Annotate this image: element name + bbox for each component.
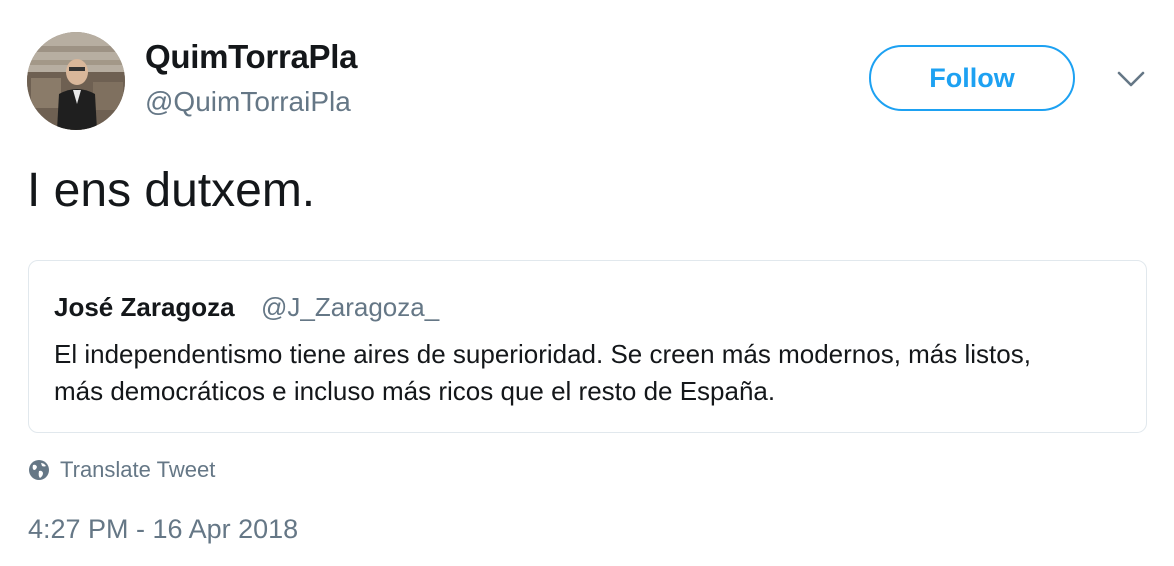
avatar[interactable] xyxy=(27,32,125,130)
avatar-image xyxy=(27,32,125,130)
globe-icon xyxy=(29,460,49,480)
quoted-display-name: José Zaragoza xyxy=(54,292,235,322)
author-handle[interactable]: @QuimTorraiPla xyxy=(145,86,351,118)
translate-tweet-link[interactable]: Translate Tweet xyxy=(28,456,215,484)
author-display-name[interactable]: QuimTorraPla xyxy=(145,38,357,76)
tweet-timestamp[interactable]: 4:27 PM - 16 Apr 2018 xyxy=(28,514,298,545)
quoted-text: El independentismo tiene aires de superi… xyxy=(54,336,1134,410)
quoted-text-line-2: más democráticos e incluso más ricos que… xyxy=(54,376,776,406)
tweet-text: I ens dutxem. xyxy=(27,164,316,217)
quoted-text-line-1: El independentismo tiene aires de superi… xyxy=(54,339,1031,369)
follow-button[interactable]: Follow xyxy=(869,45,1075,111)
quoted-tweet[interactable]: José Zaragoza @J_Zaragoza_ El independen… xyxy=(28,260,1147,433)
tweet-card: QuimTorraPla @QuimTorraiPla Follow I ens… xyxy=(0,0,1174,566)
quoted-handle: @J_Zaragoza_ xyxy=(261,292,440,322)
chevron-down-icon[interactable] xyxy=(1114,66,1148,92)
translate-label: Translate Tweet xyxy=(60,457,216,482)
